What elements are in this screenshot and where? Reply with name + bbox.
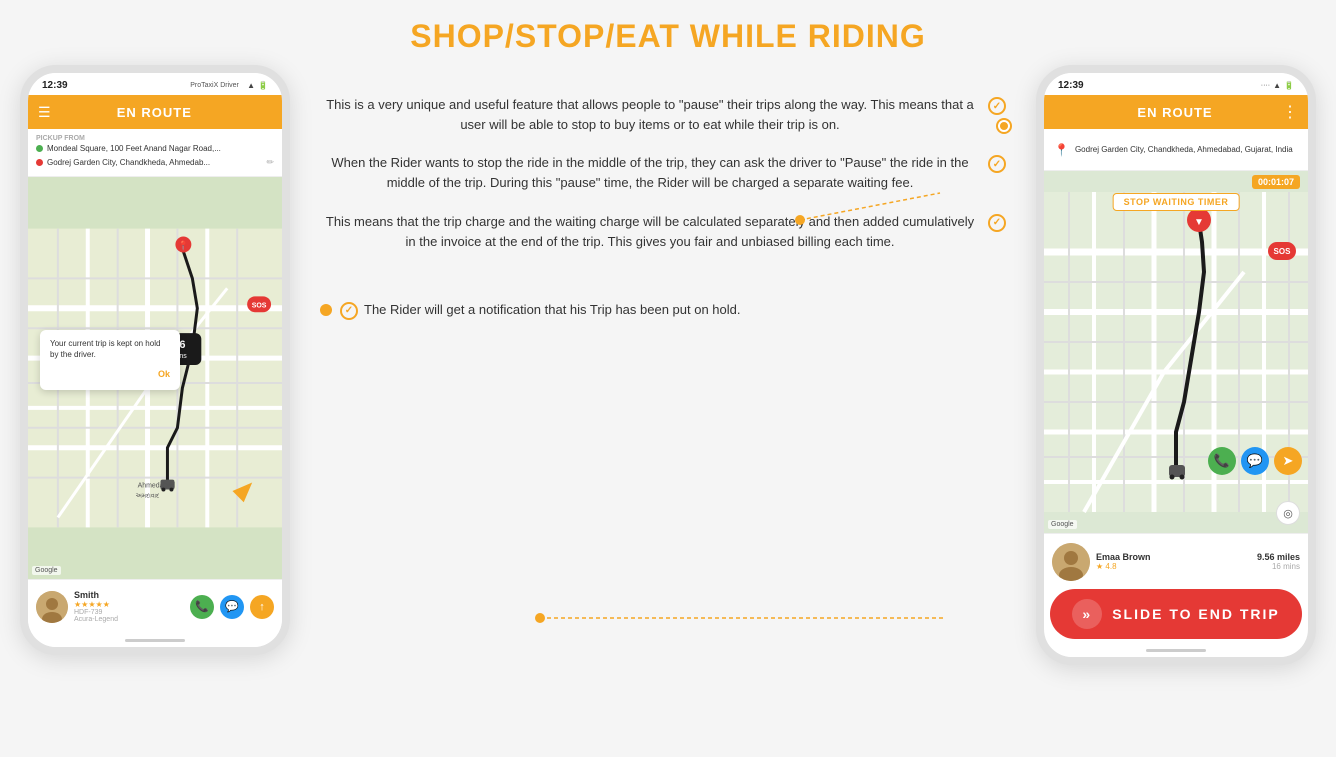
- right-header-title: EN ROUTE: [1068, 105, 1282, 120]
- right-phone-wrapper: 12:39 ···· ▲ 🔋 EN ROUTE ⋮ 📍 Godrej Garde…: [1036, 65, 1316, 665]
- driver-avatar: [36, 591, 68, 623]
- slide-to-end-label: SLIDE TO END TRIP: [1112, 606, 1280, 622]
- svg-text:Ahmedabad: Ahmedabad: [138, 483, 176, 490]
- dest-pin-icon: 📍: [1054, 143, 1069, 157]
- right-bottom-indicator: [1044, 643, 1308, 657]
- driver-rating: ★★★★★: [74, 600, 184, 609]
- slide-arrows-icon: »: [1072, 599, 1102, 629]
- right-map-svg: ▼ SOS: [1044, 171, 1308, 533]
- check-1: [988, 97, 1006, 115]
- call-button[interactable]: 📞: [190, 595, 214, 619]
- para1-text: This is a very unique and useful feature…: [320, 95, 980, 135]
- right-status-icons: ···· ▲ 🔋: [1261, 81, 1294, 90]
- left-time: 12:39: [42, 80, 68, 91]
- left-app-name: ProTaxiX Driver: [190, 82, 239, 89]
- svg-text:📍: 📍: [178, 240, 189, 251]
- right-call-button[interactable]: 📞: [1208, 447, 1236, 475]
- para2-text: When the Rider wants to stop the ride in…: [320, 153, 980, 193]
- destination-info: 📍 Godrej Garden City, Chandkheda, Ahmeda…: [1044, 129, 1308, 171]
- svg-text:SOS: SOS: [252, 302, 267, 309]
- right-message-button[interactable]: 💬: [1241, 447, 1269, 475]
- text-block-1: This is a very unique and useful feature…: [320, 95, 1006, 135]
- right-driver-name: Emaa Brown: [1096, 552, 1251, 562]
- right-nav-button[interactable]: ➤: [1274, 447, 1302, 475]
- left-status-bar: 12:39 ProTaxiX Driver ▲ 🔋: [28, 73, 282, 95]
- text-block-2: When the Rider wants to stop the ride in…: [320, 153, 1006, 193]
- more-options-icon[interactable]: ⋮: [1282, 102, 1298, 122]
- right-driver-info: Emaa Brown ★ 4.8: [1096, 552, 1251, 571]
- dropoff-row: Godrej Garden City, Chandkheda, Ahmedab.…: [36, 155, 274, 170]
- right-action-icons: 📞 💬 ➤: [1208, 447, 1302, 475]
- left-bottom-indicator: [28, 633, 282, 647]
- right-map: 00:01:07 STOP WAITING TIMER: [1044, 171, 1308, 533]
- hamburger-icon[interactable]: ☰: [38, 104, 51, 121]
- trip-duration: 16 mins: [1257, 562, 1300, 571]
- driver-car: Acura-Legend: [74, 616, 184, 623]
- pickup-dot: [36, 145, 43, 152]
- google-badge-left: Google: [32, 566, 61, 575]
- trip-hold-popup: Your current trip is kept on hold by the…: [40, 330, 180, 390]
- text-block-3: This means that the trip charge and the …: [320, 212, 1006, 252]
- trip-distance: 9.56 miles: [1257, 552, 1300, 562]
- page-title: SHOP/STOP/EAT WHILE RIDING: [410, 18, 926, 55]
- check-3: [988, 214, 1006, 232]
- left-phone: 12:39 ProTaxiX Driver ▲ 🔋 ☰ EN ROUTE PIC…: [20, 65, 290, 655]
- right-status-bar: 12:39 ···· ▲ 🔋: [1044, 73, 1308, 95]
- home-indicator-left: [125, 639, 185, 642]
- text-block-4: The Rider will get a notification that h…: [320, 300, 1006, 320]
- svg-text:▼: ▼: [1194, 217, 1204, 228]
- left-trip-info: PICKUP FROM Mondeal Square, 100 Feet Ana…: [28, 129, 282, 177]
- left-header-title: EN ROUTE: [51, 105, 258, 120]
- right-wifi-icon: ▲: [1273, 81, 1281, 90]
- dest-address: Godrej Garden City, Chandkheda, Ahmedaba…: [1075, 144, 1298, 155]
- right-phone: 12:39 ···· ▲ 🔋 EN ROUTE ⋮ 📍 Godrej Garde…: [1036, 65, 1316, 665]
- right-driver-rating: ★ 4.8: [1096, 562, 1251, 571]
- pickup-address: Mondeal Square, 100 Feet Anand Nagar Roa…: [47, 144, 221, 153]
- dropoff-address: Godrej Garden City, Chandkheda, Ahmedab.…: [47, 158, 210, 167]
- trip-hold-text: Your current trip is kept on hold by the…: [50, 338, 170, 360]
- right-battery-icon: 🔋: [1284, 81, 1294, 90]
- home-indicator-right: [1146, 649, 1206, 652]
- check-2: [988, 155, 1006, 173]
- pickup-row: Mondeal Square, 100 Feet Anand Nagar Roa…: [36, 142, 274, 155]
- left-status-icons: ProTaxiX Driver ▲ 🔋: [190, 81, 268, 90]
- dropoff-dot: [36, 159, 43, 166]
- wifi-icon: ▲: [247, 81, 255, 90]
- ok-button[interactable]: Ok: [158, 369, 170, 379]
- timer-badge: 00:01:07: [1252, 175, 1300, 189]
- right-driver-avatar: [1052, 543, 1090, 581]
- left-driver-bar: Smith ★★★★★ HDF-739 Acura-Legend 📞 💬 ↑: [28, 579, 282, 633]
- compass-button[interactable]: ◎: [1276, 501, 1300, 525]
- left-action-icons: 📞 💬 ↑: [190, 595, 274, 619]
- annotation-dot-bottom-left: [320, 304, 332, 316]
- signal-dots: ····: [1261, 82, 1270, 89]
- right-driver-bar: Emaa Brown ★ 4.8 9.56 miles 16 mins: [1044, 533, 1308, 589]
- driver-name: Smith: [74, 590, 184, 600]
- center-description: This is a very unique and useful feature…: [290, 85, 1036, 330]
- para4-text: The Rider will get a notification that h…: [364, 300, 741, 320]
- google-badge-right: Google: [1048, 520, 1077, 529]
- para3-text: This means that the trip charge and the …: [320, 212, 980, 252]
- right-header: EN ROUTE ⋮: [1044, 95, 1308, 129]
- check-4: [340, 302, 358, 320]
- driver-plate: HDF-739: [74, 609, 184, 616]
- share-button[interactable]: ↑: [250, 595, 274, 619]
- driver-info: Smith ★★★★★ HDF-739 Acura-Legend: [74, 590, 184, 623]
- svg-text:SOS: SOS: [1274, 247, 1292, 256]
- annotation-dot-top-right: [998, 120, 1010, 132]
- pickup-label: PICKUP FROM: [36, 135, 274, 142]
- stop-waiting-button[interactable]: STOP WAITING TIMER: [1113, 193, 1240, 211]
- left-map: 16 mins 📍 SOS Ahmedabad અમદાવાદ: [28, 177, 282, 579]
- edit-icon[interactable]: ✏: [266, 157, 274, 168]
- svg-text:અમદાવાદ: અમદાવાદ: [136, 493, 160, 500]
- right-time: 12:39: [1058, 80, 1084, 91]
- trip-hold-ok[interactable]: Ok: [50, 364, 170, 382]
- battery-icon: 🔋: [258, 81, 268, 90]
- trip-stats: 9.56 miles 16 mins: [1257, 552, 1300, 571]
- slide-to-end-trip[interactable]: » SLIDE TO END TRIP: [1050, 589, 1302, 639]
- message-button[interactable]: 💬: [220, 595, 244, 619]
- left-header: ☰ EN ROUTE: [28, 95, 282, 129]
